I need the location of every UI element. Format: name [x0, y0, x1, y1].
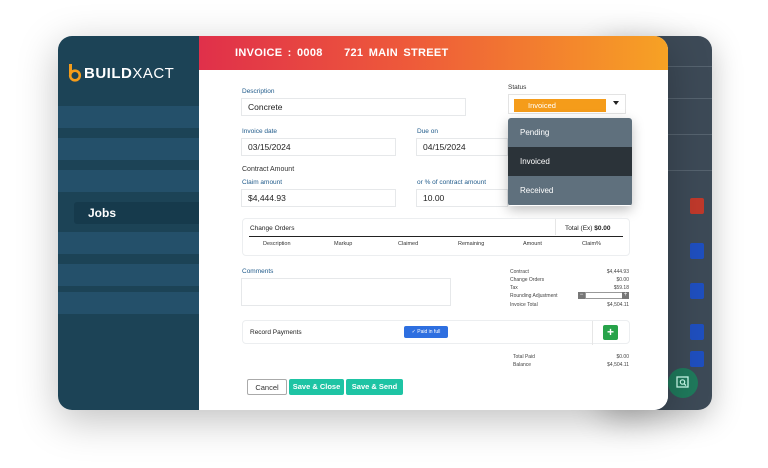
- description-field[interactable]: Concrete: [241, 98, 466, 116]
- chevron-down-icon: [613, 101, 619, 105]
- brand-name-rest: XACT: [132, 64, 175, 82]
- column-header: Remaining: [458, 241, 485, 247]
- column-header: Amount: [523, 241, 542, 247]
- background-action-button: [690, 324, 704, 340]
- divider: [592, 321, 593, 345]
- background-delete-button: [690, 198, 704, 214]
- brand-mark-icon: [68, 64, 82, 82]
- percent-label: or % of contract amount: [417, 179, 487, 186]
- total-paid-label: Total Paid: [513, 354, 535, 360]
- summary-label: Invoice Total: [510, 302, 538, 308]
- summary-value: $0.00: [616, 277, 629, 283]
- percent-field[interactable]: 10.00: [416, 189, 508, 207]
- stage: BUILDXACT Jobs INVOICE : 0008 721 MAIN S…: [0, 0, 768, 468]
- invoice-date-label: Invoice date: [242, 128, 278, 135]
- summary-label: Rounding Adjustment: [510, 293, 558, 299]
- change-orders-panel: Change Orders Total (Ex) $0.00 Descripti…: [242, 218, 630, 256]
- sidebar-item-jobs[interactable]: Jobs: [74, 202, 214, 224]
- background-action-button: [690, 283, 704, 299]
- invoice-date-field[interactable]: 03/15/2024: [241, 138, 396, 156]
- plus-icon[interactable]: +: [622, 292, 629, 299]
- column-header: Markup: [334, 241, 353, 247]
- rounding-adjustment-input[interactable]: [585, 292, 623, 299]
- summary-value: $59.18: [613, 285, 629, 291]
- summary-label: Change Orders: [510, 277, 545, 283]
- summary-label: Contract: [510, 269, 529, 275]
- status-option-invoiced[interactable]: Invoiced: [508, 147, 632, 176]
- sidebar-item[interactable]: [58, 106, 199, 128]
- cancel-button[interactable]: Cancel: [247, 379, 287, 395]
- status-select[interactable]: Invoiced: [508, 94, 626, 114]
- contract-amount-heading: Contract Amount: [242, 166, 295, 173]
- paid-in-full-button[interactable]: ✓ Paid in full: [404, 326, 448, 338]
- brand-name-bold: BUILD: [84, 64, 133, 82]
- status-label: Status: [508, 84, 527, 91]
- add-payment-button[interactable]: +: [603, 325, 618, 340]
- change-orders-title: Change Orders: [250, 225, 295, 232]
- balance-label: Balance: [513, 362, 532, 368]
- status-option-pending[interactable]: Pending: [508, 118, 632, 147]
- save-send-button[interactable]: Save & Send: [346, 379, 403, 395]
- divider: [249, 236, 623, 237]
- status-dropdown-menu: Pending Invoiced Received: [508, 118, 632, 206]
- invoice-title: INVOICE : 0008 721 MAIN STREET: [235, 47, 449, 59]
- total-ex-label: Total (Ex): [565, 225, 593, 232]
- comments-field[interactable]: [241, 278, 451, 306]
- change-orders-total: Total (Ex) $0.00: [565, 225, 611, 232]
- minus-icon[interactable]: −: [578, 292, 585, 299]
- total-paid-value: $0.00: [616, 354, 629, 360]
- claim-amount-field[interactable]: $4,444.93: [241, 189, 396, 207]
- summary-value: $4,444.93: [606, 269, 629, 275]
- image-search-icon: [668, 368, 698, 398]
- total-ex-value: $0.00: [594, 225, 611, 232]
- divider: [555, 219, 556, 235]
- status-option-received[interactable]: Received: [508, 176, 632, 205]
- sidebar-item[interactable]: [58, 138, 199, 160]
- background-action-button: [690, 351, 704, 367]
- sidebar-item[interactable]: [58, 292, 199, 314]
- due-on-label: Due on: [417, 128, 438, 135]
- summary-value: $4,504.11: [607, 302, 629, 308]
- save-close-button[interactable]: Save & Close: [289, 379, 344, 395]
- column-header: Claim%: [582, 241, 601, 247]
- column-header: Description: [263, 241, 291, 247]
- record-payments-title: Record Payments: [250, 329, 302, 336]
- sidebar-item[interactable]: [58, 170, 199, 192]
- due-on-field[interactable]: 04/15/2024: [416, 138, 508, 156]
- balance-value: $4,504.11: [607, 362, 629, 368]
- comments-label: Comments: [242, 268, 274, 275]
- claim-amount-label: Claim amount: [242, 179, 283, 186]
- sidebar-item[interactable]: [58, 232, 199, 254]
- background-action-button: [690, 243, 704, 259]
- sidebar-item[interactable]: [58, 264, 199, 286]
- invoice-header: INVOICE : 0008 721 MAIN STREET: [199, 36, 668, 70]
- description-label: Description: [242, 88, 275, 95]
- summary-label: Tax: [510, 285, 518, 291]
- status-pill: Invoiced: [514, 99, 606, 112]
- buildxact-logo: BUILDXACT: [68, 64, 174, 82]
- column-header: Claimed: [398, 241, 419, 247]
